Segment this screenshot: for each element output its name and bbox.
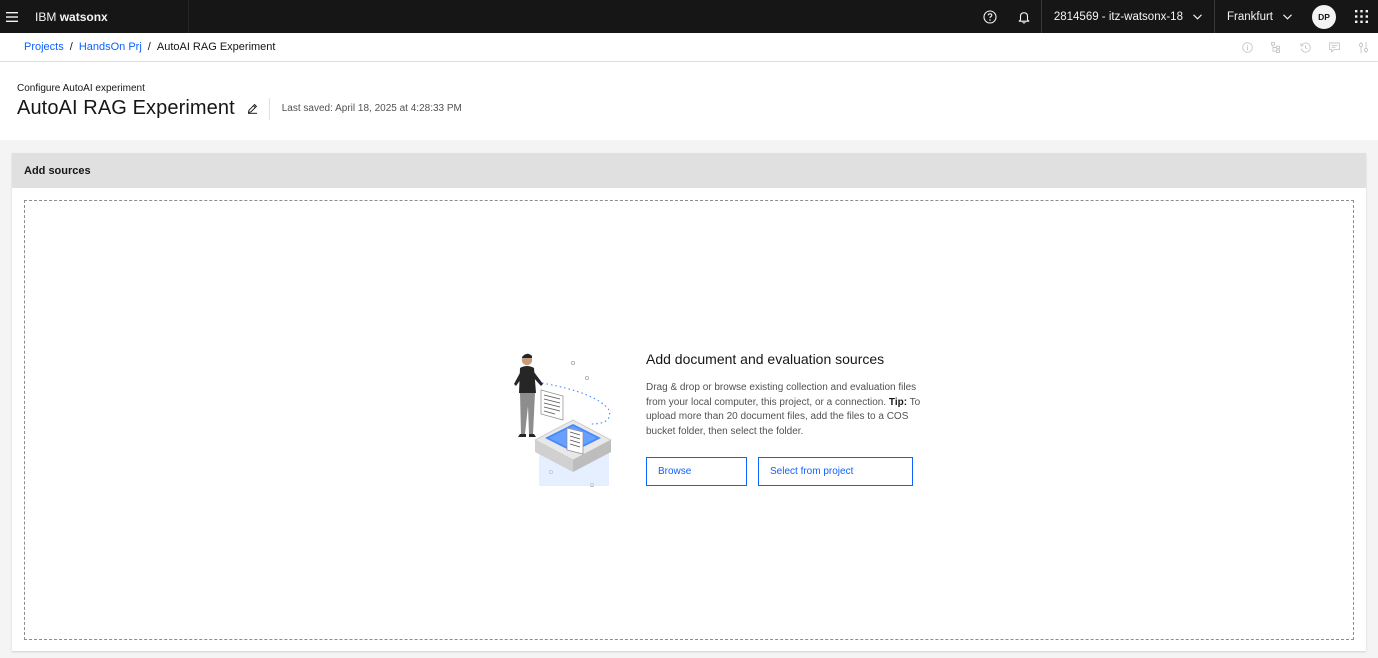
chevron-down-icon xyxy=(1283,13,1292,20)
notification-icon[interactable] xyxy=(1007,0,1041,33)
account-label: 2814569 - itz-watsonx-18 xyxy=(1053,10,1183,23)
menu-icon[interactable] xyxy=(0,0,24,33)
breadcrumb: Projects / HandsOn Prj / AutoAI RAG Expe… xyxy=(24,41,275,53)
top-nav-bar: IBM watsonx 2814569 - itz-watsonx-18 Fra… xyxy=(0,0,1378,33)
breadcrumb-link-projects[interactable]: Projects xyxy=(24,41,64,53)
top-nav-actions: 2814569 - itz-watsonx-18 Frankfurt DP xyxy=(973,0,1378,33)
last-saved-text: Last saved: April 18, 2025 at 4:28:33 PM xyxy=(281,103,462,114)
page-title: AutoAI RAG Experiment xyxy=(17,97,235,119)
settings-icon[interactable] xyxy=(1349,33,1378,62)
edit-icon[interactable] xyxy=(243,99,263,119)
chevron-down-icon xyxy=(1193,13,1202,20)
source-buttons: Browse Select from project xyxy=(646,457,936,487)
page-header: Configure AutoAI experiment AutoAI RAG E… xyxy=(0,62,1378,140)
browse-button[interactable]: Browse xyxy=(646,457,747,487)
region-label: Frankfurt xyxy=(1226,10,1273,23)
breadcrumb-separator: / xyxy=(69,41,73,53)
drop-instructions: Drag & drop or browse existing collectio… xyxy=(646,382,917,408)
upload-illustration xyxy=(514,353,612,487)
page-tools xyxy=(1233,33,1378,62)
chat-icon[interactable] xyxy=(1320,33,1349,62)
add-sources-panel: Add sources Add document and evaluation … xyxy=(12,153,1366,651)
title-row: AutoAI RAG Experiment Last saved: April … xyxy=(17,97,462,120)
avatar[interactable]: DP xyxy=(1312,4,1336,29)
product-title: watsonx xyxy=(59,9,108,24)
tip-label: Tip: xyxy=(888,396,908,408)
brand-divider xyxy=(187,0,189,33)
breadcrumb-separator: / xyxy=(147,41,151,53)
file-drop-zone[interactable]: Add document and evaluation sources Drag… xyxy=(24,200,1354,640)
page-subtitle: Configure AutoAI experiment xyxy=(17,83,145,94)
breadcrumb-link-project[interactable]: HandsOn Prj xyxy=(79,41,142,53)
title-divider xyxy=(268,97,270,120)
app-switcher-icon[interactable] xyxy=(1344,0,1378,33)
drop-zone-title: Add document and evaluation sources xyxy=(646,351,885,367)
drop-zone-text: Add document and evaluation sources Drag… xyxy=(646,351,936,487)
history-icon[interactable] xyxy=(1291,33,1320,62)
select-from-project-button[interactable]: Select from project xyxy=(758,457,913,487)
breadcrumb-bar: Projects / HandsOn Prj / AutoAI RAG Expe… xyxy=(0,33,1378,62)
breadcrumb-current: AutoAI RAG Experiment xyxy=(156,41,276,53)
product-name[interactable]: IBM watsonx xyxy=(35,10,108,24)
account-switcher[interactable]: 2814569 - itz-watsonx-18 xyxy=(1042,0,1214,33)
panel-title: Add sources xyxy=(12,153,1366,188)
help-icon[interactable] xyxy=(973,0,1007,33)
hierarchy-icon[interactable] xyxy=(1262,33,1291,62)
info-icon[interactable] xyxy=(1233,33,1262,62)
drop-zone-description: Drag & drop or browse existing collectio… xyxy=(646,381,936,439)
product-prefix: IBM xyxy=(35,9,57,24)
region-switcher[interactable]: Frankfurt xyxy=(1215,0,1304,33)
